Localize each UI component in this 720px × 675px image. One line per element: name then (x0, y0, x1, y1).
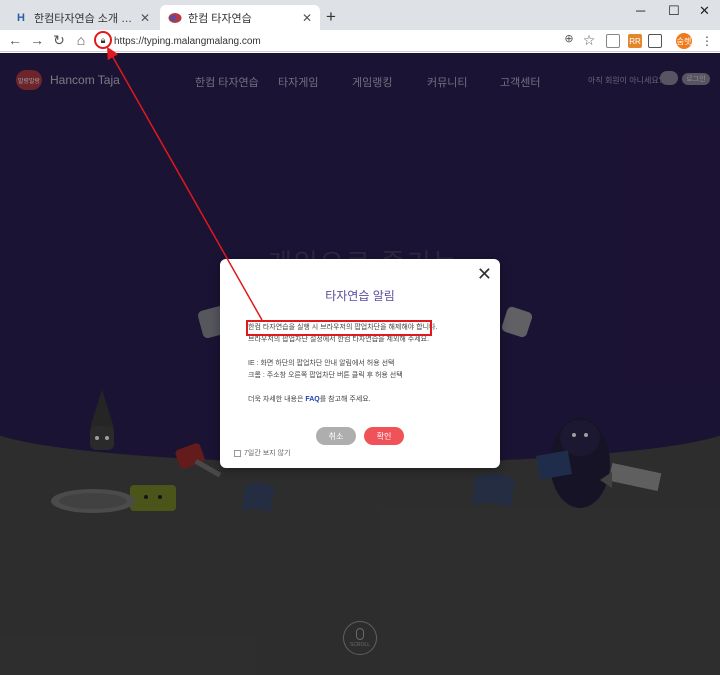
tab-hancom-intro[interactable]: H 한컴타자연습 소개 : 한글과컴퓨 ✕ (6, 5, 158, 30)
modal-title: 타자연습 알림 (325, 289, 395, 303)
hancom-h-icon: H (17, 11, 25, 24)
dont-show-7days-checkbox[interactable]: 7일간 보지 않기 (234, 448, 290, 458)
annotation-highlight-box (246, 320, 432, 336)
window-close-icon[interactable]: ✕ (699, 3, 710, 19)
tab-close-icon[interactable]: ✕ (140, 11, 150, 25)
zoom-icon[interactable]: ⊕ (560, 32, 578, 45)
tab-taja[interactable]: 한컴 타자연습 ✕ (160, 5, 320, 30)
address-bar[interactable]: https://typing.malangmalang.com (92, 32, 602, 50)
cancel-button[interactable]: 취소 (316, 427, 356, 445)
minimize-icon[interactable]: ─ (636, 3, 645, 18)
forward-icon[interactable]: → (28, 32, 46, 48)
dont-show-label: 7일간 보지 않기 (244, 450, 291, 457)
lock-icon[interactable]: 🔒︎ (94, 31, 112, 49)
tab-title: 한컴타자연습 소개 : 한글과컴퓨 (34, 12, 134, 25)
faq-line: 더욱 자세한 내용은 FAQ를 참고해 주세요. (248, 394, 494, 406)
reload-icon[interactable]: ↻ (50, 32, 68, 49)
maximize-icon[interactable]: ☐ (668, 3, 680, 19)
menu-kebab-icon[interactable]: ⋮ (700, 34, 714, 48)
extension-box-icon[interactable] (648, 34, 662, 48)
modal-close-icon[interactable]: ✕ (477, 264, 492, 285)
new-tab-button[interactable]: + (326, 7, 336, 27)
modal-line: 크롬 : 주소창 오른쪽 팝업차단 버튼 클릭 후 허용 선택 (248, 372, 403, 379)
taja-favicon (168, 11, 182, 25)
modal-line: IE : 화면 하단의 팝업차단 안내 알림에서 허용 선택 (248, 360, 395, 367)
profile-avatar[interactable]: 숨렛 (676, 33, 692, 49)
faq-link[interactable]: FAQ (305, 396, 319, 403)
faq-suffix: 를 참고해 주세요. (319, 396, 371, 403)
popup-notice-modal: ✕ 타자연습 알림 한컴 타자연습을 실행 시 브라우저의 팝업차단을 해제해야… (220, 259, 500, 468)
extension-cast-icon[interactable] (606, 34, 620, 48)
tab-title: 한컴 타자연습 (188, 12, 252, 25)
bookmark-star-icon[interactable]: ☆ (580, 32, 598, 49)
tab-close-icon[interactable]: ✕ (302, 11, 312, 25)
home-icon[interactable]: ⌂ (72, 32, 90, 48)
confirm-button[interactable]: 확인 (364, 427, 404, 445)
url-text: https://typing.malangmalang.com (114, 35, 261, 47)
browser-tab-strip: H 한컴타자연습 소개 : 한글과컴퓨 ✕ 한컴 타자연습 ✕ + ─ ☐ ✕ (0, 0, 720, 30)
checkbox-box[interactable] (234, 449, 241, 457)
extension-rr-icon[interactable]: RR (628, 34, 642, 48)
faq-prefix: 더욱 자세한 내용은 (248, 396, 306, 403)
back-icon[interactable]: ← (6, 32, 24, 48)
